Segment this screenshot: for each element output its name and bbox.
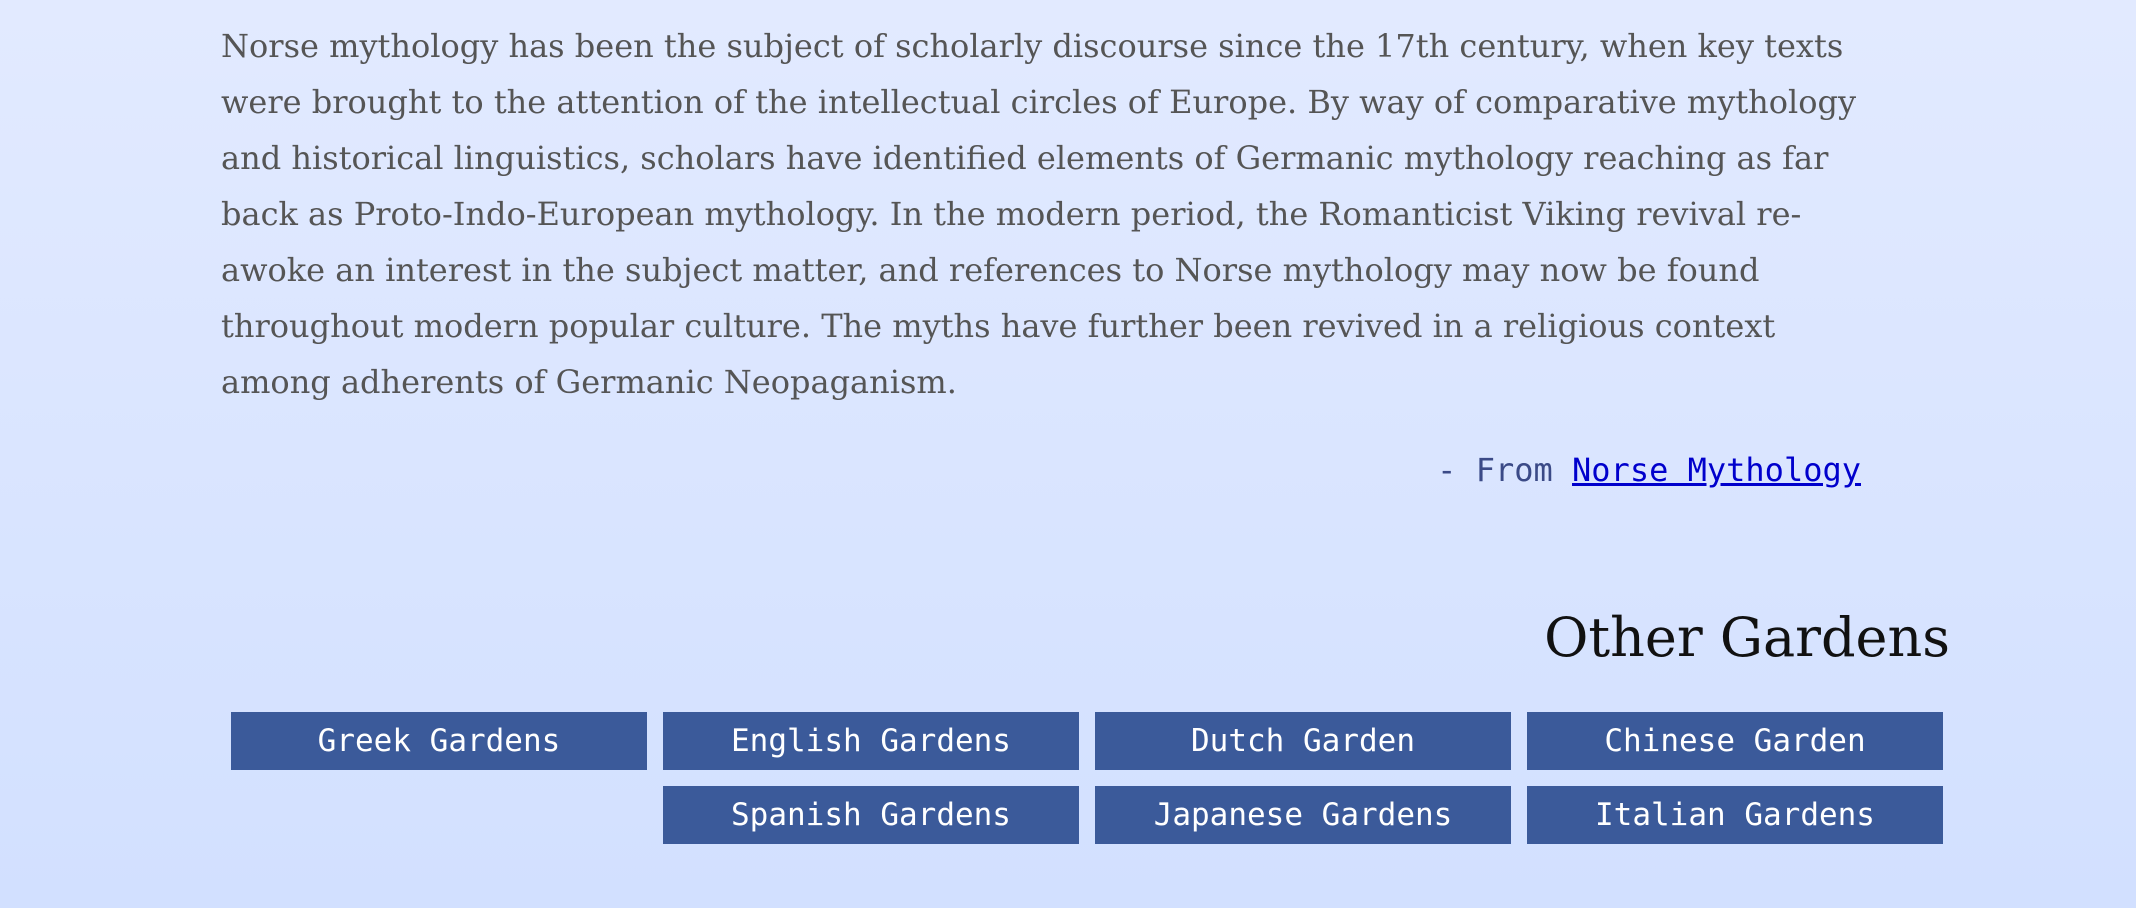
spanish-gardens-button[interactable]: Spanish Gardens [663,786,1079,844]
greek-gardens-button[interactable]: Greek Gardens [231,712,647,770]
italian-gardens-button[interactable]: Italian Gardens [1527,786,1943,844]
dutch-garden-button[interactable]: Dutch Garden [1095,712,1511,770]
attribution-prefix: - From [1437,451,1573,489]
english-gardens-button[interactable]: English Gardens [663,712,1079,770]
quote-attribution: - From Norse Mythology [1437,446,1861,494]
other-gardens-nav: Greek Gardens English Gardens Dutch Gard… [231,712,1945,844]
other-gardens-heading: Other Gardens [1544,606,1950,669]
chinese-garden-button[interactable]: Chinese Garden [1527,712,1943,770]
quote-text: Norse mythology has been the subject of … [221,27,1857,401]
norse-mythology-link[interactable]: Norse Mythology [1572,451,1861,489]
japanese-gardens-button[interactable]: Japanese Gardens [1095,786,1511,844]
